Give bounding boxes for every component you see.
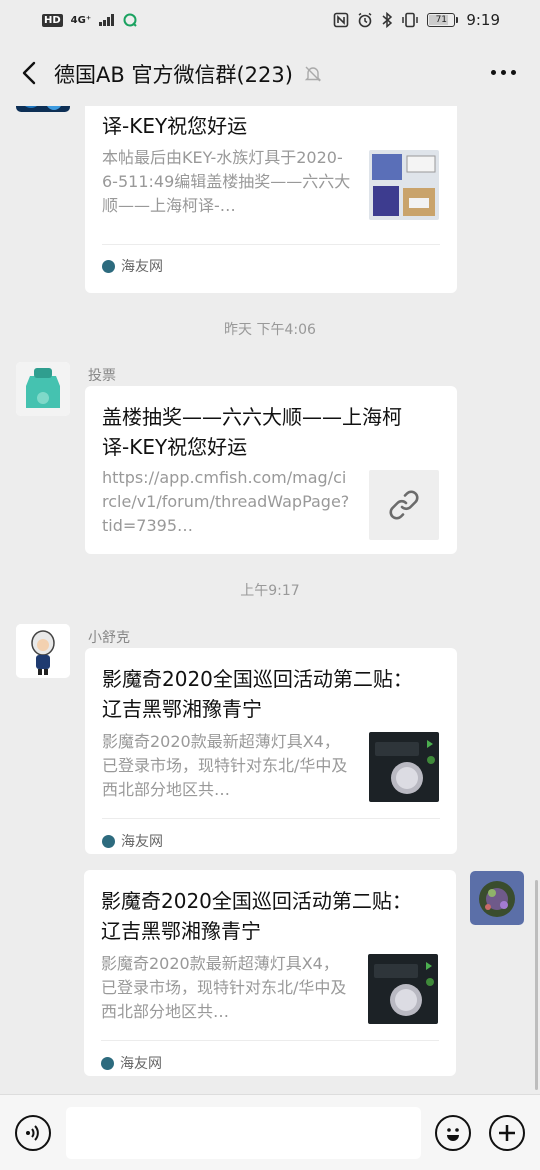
network-type: 4G⁺ <box>70 14 92 26</box>
nfc-icon <box>334 12 349 28</box>
avatar[interactable] <box>16 362 70 416</box>
voice-icon <box>26 1125 39 1141</box>
link-card[interactable]: 盖楼抽奖——六六大顺——上海柯译-KEY祝您好运 https://app.cmf… <box>85 386 457 554</box>
card-divider <box>102 818 440 819</box>
article-source: 海友网 <box>101 1053 162 1073</box>
vibrate-icon <box>402 12 419 28</box>
article-title: 盖楼抽奖——六六大顺——上海柯译-KEY祝您好运 <box>102 106 402 138</box>
article-thumbnail <box>369 150 439 220</box>
card-divider <box>101 1040 439 1041</box>
message-timestamp: 上午9:17 <box>240 583 300 599</box>
article-title: 影魔奇2020全国巡回活动第二贴： 辽吉黑鄂湘豫青宁 <box>101 889 412 943</box>
source-logo-icon <box>101 1056 114 1070</box>
signal-icon <box>99 14 115 26</box>
scrollbar[interactable] <box>535 880 538 1090</box>
sender-name: 小舒克 <box>88 630 130 646</box>
article-description: 本帖最后由KEY-水族灯具于2020-6-511:49编辑盖楼抽奖——六六大顺—… <box>102 148 351 215</box>
source-logo-icon <box>102 259 115 273</box>
chat-header: 德国AB 官方微信群(223) <box>0 40 540 106</box>
bluetooth-icon <box>382 12 393 28</box>
article-source: 海友网 <box>102 831 163 851</box>
message-list[interactable]: 盖楼抽奖——六六大顺——上海柯译-KEY祝您好运 本帖最后由KEY-水族灯具于2… <box>0 106 540 1094</box>
chat-title-wrap: 德国AB 官方微信群(223) <box>54 59 323 89</box>
article-card[interactable]: 盖楼抽奖——六六大顺——上海柯译-KEY祝您好运 本帖最后由KEY-水族灯具于2… <box>85 106 457 293</box>
article-card[interactable]: 影魔奇2020全国巡回活动第二贴： 辽吉黑鄂湘豫青宁 影魔奇2020款最新超薄灯… <box>85 648 457 854</box>
link-title: 盖楼抽奖——六六大顺——上海柯译-KEY祝您好运 <box>102 405 402 459</box>
emoji-icon <box>447 1128 459 1141</box>
clock: 9:19 <box>466 11 500 29</box>
article-source: 海友网 <box>102 256 163 276</box>
source-name: 海友网 <box>121 259 163 275</box>
battery-level: 71 <box>435 15 448 25</box>
emoji-button[interactable] <box>435 1115 471 1151</box>
voice-button[interactable] <box>15 1115 51 1151</box>
status-bar: HD 4G⁺ 71 9:19 <box>0 0 540 40</box>
chat-title: 德国AB 官方微信群(223) <box>54 63 293 87</box>
input-bar <box>0 1094 540 1170</box>
alarm-icon <box>358 12 372 28</box>
article-card-outgoing[interactable]: 影魔奇2020全国巡回活动第二贴： 辽吉黑鄂湘豫青宁 影魔奇2020款最新超薄灯… <box>84 870 456 1076</box>
message-input[interactable] <box>66 1107 421 1159</box>
battery-icon: 71 <box>427 13 459 27</box>
message-timestamp: 昨天 下午4:06 <box>224 322 316 338</box>
more-functions-button[interactable] <box>489 1115 525 1151</box>
hd-badge: HD <box>42 13 63 27</box>
article-title: 影魔奇2020全国巡回活动第二贴： 辽吉黑鄂湘豫青宁 <box>102 667 413 721</box>
more-button[interactable] <box>491 70 516 75</box>
source-logo-icon <box>102 834 115 848</box>
link-url: https://app.cmfish.com/mag/circle/v1/for… <box>102 468 350 535</box>
data-saver-icon <box>123 13 137 27</box>
card-divider <box>102 244 440 245</box>
avatar[interactable] <box>16 624 70 678</box>
article-description: 影魔奇2020款最新超薄灯具X4，已登录市场，现特针对东北/华中及西北部分地区共… <box>102 732 348 799</box>
link-thumbnail <box>369 470 439 540</box>
source-name: 海友网 <box>120 1056 162 1072</box>
sender-name: 投票 <box>88 368 116 384</box>
article-thumbnail <box>368 954 438 1024</box>
link-icon <box>389 490 419 520</box>
my-avatar[interactable] <box>470 871 524 925</box>
avatar[interactable] <box>16 106 70 112</box>
mute-bell-icon <box>304 66 322 82</box>
source-name: 海友网 <box>121 834 163 850</box>
plus-icon <box>499 1125 515 1141</box>
article-description: 影魔奇2020款最新超薄灯具X4，已登录市场，现特针对东北/华中及西北部分地区共… <box>101 954 347 1021</box>
article-thumbnail <box>369 732 439 802</box>
back-icon[interactable] <box>16 58 46 88</box>
